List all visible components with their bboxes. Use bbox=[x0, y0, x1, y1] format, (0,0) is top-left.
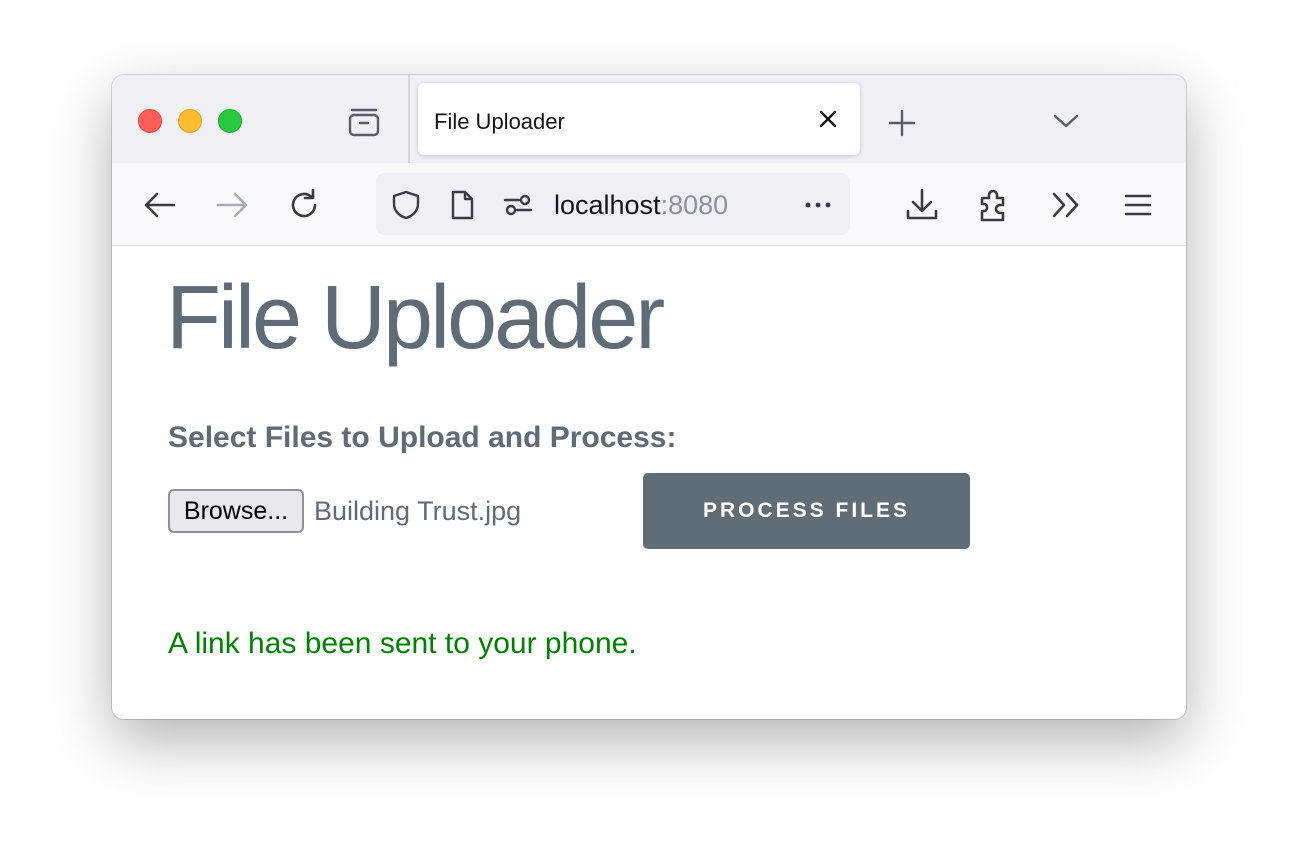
more-icon[interactable] bbox=[802, 189, 834, 221]
tab-list-icon[interactable] bbox=[346, 103, 382, 139]
permissions-icon[interactable] bbox=[502, 189, 534, 221]
reload-icon[interactable] bbox=[284, 185, 324, 225]
process-files-button[interactable]: PROCESS FILES bbox=[643, 473, 970, 549]
navigation-toolbar: localhost:8080 bbox=[112, 163, 1186, 246]
browser-window: File Uploader localhost:8080 File Upload… bbox=[112, 75, 1186, 719]
status-message: A link has been sent to your phone. bbox=[168, 627, 637, 660]
page-title: File Uploader bbox=[166, 268, 665, 368]
shield-icon[interactable] bbox=[390, 189, 422, 221]
url-port: :8080 bbox=[660, 190, 729, 220]
selected-file-name: Building Trust.jpg bbox=[314, 496, 522, 526]
hamburger-icon[interactable] bbox=[1118, 185, 1158, 225]
puzzle-icon[interactable] bbox=[974, 185, 1014, 225]
url-host: localhost bbox=[554, 190, 661, 220]
download-icon[interactable] bbox=[902, 185, 942, 225]
close-window-button[interactable] bbox=[138, 109, 162, 133]
plus-icon[interactable] bbox=[884, 105, 920, 141]
tab-title: File Uploader bbox=[434, 109, 565, 134]
zoom-window-button[interactable] bbox=[218, 109, 242, 133]
tab-file-uploader[interactable]: File Uploader bbox=[418, 83, 860, 155]
arrow-right-icon[interactable] bbox=[212, 185, 252, 225]
page-icon[interactable] bbox=[446, 189, 478, 221]
tab-separator bbox=[408, 75, 410, 163]
arrow-left-icon[interactable] bbox=[140, 185, 180, 225]
chevrons-right-icon[interactable] bbox=[1046, 185, 1086, 225]
tab-bar: File Uploader bbox=[112, 75, 1186, 163]
close-icon[interactable] bbox=[814, 105, 842, 133]
select-files-label: Select Files to Upload and Process: bbox=[168, 421, 677, 454]
chevron-down-icon[interactable] bbox=[1048, 103, 1084, 139]
url-text[interactable]: localhost:8080 bbox=[554, 189, 728, 221]
url-bar[interactable]: localhost:8080 bbox=[376, 173, 850, 235]
minimize-window-button[interactable] bbox=[178, 109, 202, 133]
browse-button[interactable]: Browse... bbox=[168, 489, 304, 533]
page-content: File Uploader Select Files to Upload and… bbox=[112, 246, 1186, 719]
